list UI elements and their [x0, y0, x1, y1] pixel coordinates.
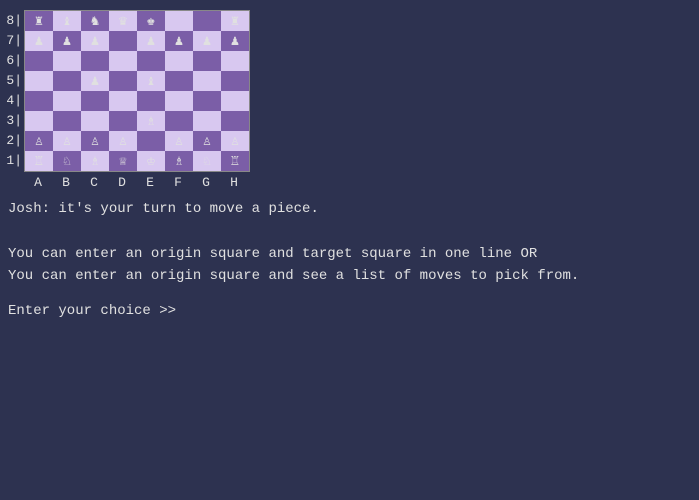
- rank-label-5: 5|: [8, 70, 24, 90]
- cell-b2[interactable]: ♙: [53, 131, 81, 151]
- rank-label-6: 6|: [8, 50, 24, 70]
- cell-f2[interactable]: ♙: [165, 131, 193, 151]
- rank-label-7: 7|: [8, 30, 24, 50]
- cell-b6[interactable]: [53, 51, 81, 71]
- cell-g8[interactable]: [193, 11, 221, 31]
- cell-h7[interactable]: ♟: [221, 31, 249, 51]
- cell-f6[interactable]: [165, 51, 193, 71]
- cell-e6[interactable]: [137, 51, 165, 71]
- file-label-H: H: [220, 174, 248, 190]
- file-label-D: D: [108, 174, 136, 190]
- cell-b5[interactable]: [53, 71, 81, 91]
- cell-a5[interactable]: [25, 71, 53, 91]
- cell-d7[interactable]: [109, 31, 137, 51]
- file-label-E: E: [136, 174, 164, 190]
- rank-label-2: 2|: [8, 130, 24, 150]
- cell-a8[interactable]: ♜: [25, 11, 53, 31]
- instruction1: You can enter an origin square and targe…: [8, 243, 691, 265]
- cell-d8[interactable]: ♛: [109, 11, 137, 31]
- cell-b4[interactable]: [53, 91, 81, 111]
- cell-d3[interactable]: [109, 111, 137, 131]
- cell-b7[interactable]: ♟: [53, 31, 81, 51]
- cell-f5[interactable]: [165, 71, 193, 91]
- prompt-line[interactable]: Enter your choice >>: [8, 300, 691, 322]
- file-label-B: B: [52, 174, 80, 190]
- cell-a3[interactable]: [25, 111, 53, 131]
- cell-c6[interactable]: [81, 51, 109, 71]
- file-label-F: F: [164, 174, 192, 190]
- cell-e5[interactable]: ♝: [137, 71, 165, 91]
- cell-a2[interactable]: ♙: [25, 131, 53, 151]
- cell-d5[interactable]: [109, 71, 137, 91]
- cell-h5[interactable]: [221, 71, 249, 91]
- cell-c2[interactable]: ♙: [81, 131, 109, 151]
- cell-h8[interactable]: ♜: [221, 11, 249, 31]
- cell-h1[interactable]: ♖: [221, 151, 249, 171]
- message-area: Josh: it's your turn to move a piece. Yo…: [8, 198, 691, 322]
- rank-label-4: 4|: [8, 90, 24, 110]
- rank-label-8: 8|: [8, 10, 24, 30]
- cell-c3[interactable]: [81, 111, 109, 131]
- cell-a1[interactable]: ♖: [25, 151, 53, 171]
- file-label-A: A: [24, 174, 52, 190]
- prompt-label: Enter your choice >>: [8, 300, 176, 322]
- choice-input[interactable]: [176, 303, 376, 319]
- file-labels: ABCDEFGH: [24, 174, 250, 190]
- cell-e1[interactable]: ♔: [137, 151, 165, 171]
- cell-b3[interactable]: [53, 111, 81, 131]
- cell-e3[interactable]: ♗: [137, 111, 165, 131]
- cell-e4[interactable]: [137, 91, 165, 111]
- cell-c4[interactable]: [81, 91, 109, 111]
- cell-a4[interactable]: [25, 91, 53, 111]
- cell-g3[interactable]: [193, 111, 221, 131]
- board-and-file: ♜♝♞♛♚♜♟♟♟♟♟♟♟♟♝♗♙♙♙♙♙♙♙♖♘♗♕♔♗♘♖ ABCDEFGH: [24, 10, 250, 190]
- cell-d1[interactable]: ♕: [109, 151, 137, 171]
- cell-a7[interactable]: ♟: [25, 31, 53, 51]
- instruction2: You can enter an origin square and see a…: [8, 265, 691, 287]
- cell-e8[interactable]: ♚: [137, 11, 165, 31]
- cell-c7[interactable]: ♟: [81, 31, 109, 51]
- cell-g2[interactable]: ♙: [193, 131, 221, 151]
- cell-d6[interactable]: [109, 51, 137, 71]
- rank-label-1: 1|: [8, 150, 24, 170]
- cell-c1[interactable]: ♗: [81, 151, 109, 171]
- file-label-C: C: [80, 174, 108, 190]
- cell-c8[interactable]: ♞: [81, 11, 109, 31]
- cell-f4[interactable]: [165, 91, 193, 111]
- cell-h6[interactable]: [221, 51, 249, 71]
- rank-label-3: 3|: [8, 110, 24, 130]
- turn-message: Josh: it's your turn to move a piece.: [8, 198, 691, 220]
- file-label-G: G: [192, 174, 220, 190]
- cell-e2[interactable]: [137, 131, 165, 151]
- cell-g7[interactable]: ♟: [193, 31, 221, 51]
- cell-h3[interactable]: [221, 111, 249, 131]
- cell-b1[interactable]: ♘: [53, 151, 81, 171]
- cell-g5[interactable]: [193, 71, 221, 91]
- cell-d2[interactable]: ♙: [109, 131, 137, 151]
- cell-f3[interactable]: [165, 111, 193, 131]
- rank-labels: 8|7|6|5|4|3|2|1|: [8, 10, 24, 170]
- cell-f8[interactable]: [165, 11, 193, 31]
- cell-a6[interactable]: [25, 51, 53, 71]
- cell-g6[interactable]: [193, 51, 221, 71]
- cell-f7[interactable]: ♟: [165, 31, 193, 51]
- cell-c5[interactable]: ♟: [81, 71, 109, 91]
- chess-board-area: 8|7|6|5|4|3|2|1| ♜♝♞♛♚♜♟♟♟♟♟♟♟♟♝♗♙♙♙♙♙♙♙…: [8, 10, 691, 190]
- cell-d4[interactable]: [109, 91, 137, 111]
- cell-b8[interactable]: ♝: [53, 11, 81, 31]
- cell-f1[interactable]: ♗: [165, 151, 193, 171]
- cell-g4[interactable]: [193, 91, 221, 111]
- cell-h2[interactable]: ♙: [221, 131, 249, 151]
- cell-e7[interactable]: ♟: [137, 31, 165, 51]
- cell-h4[interactable]: [221, 91, 249, 111]
- chess-board: ♜♝♞♛♚♜♟♟♟♟♟♟♟♟♝♗♙♙♙♙♙♙♙♖♘♗♕♔♗♘♖: [24, 10, 250, 172]
- cell-g1[interactable]: ♘: [193, 151, 221, 171]
